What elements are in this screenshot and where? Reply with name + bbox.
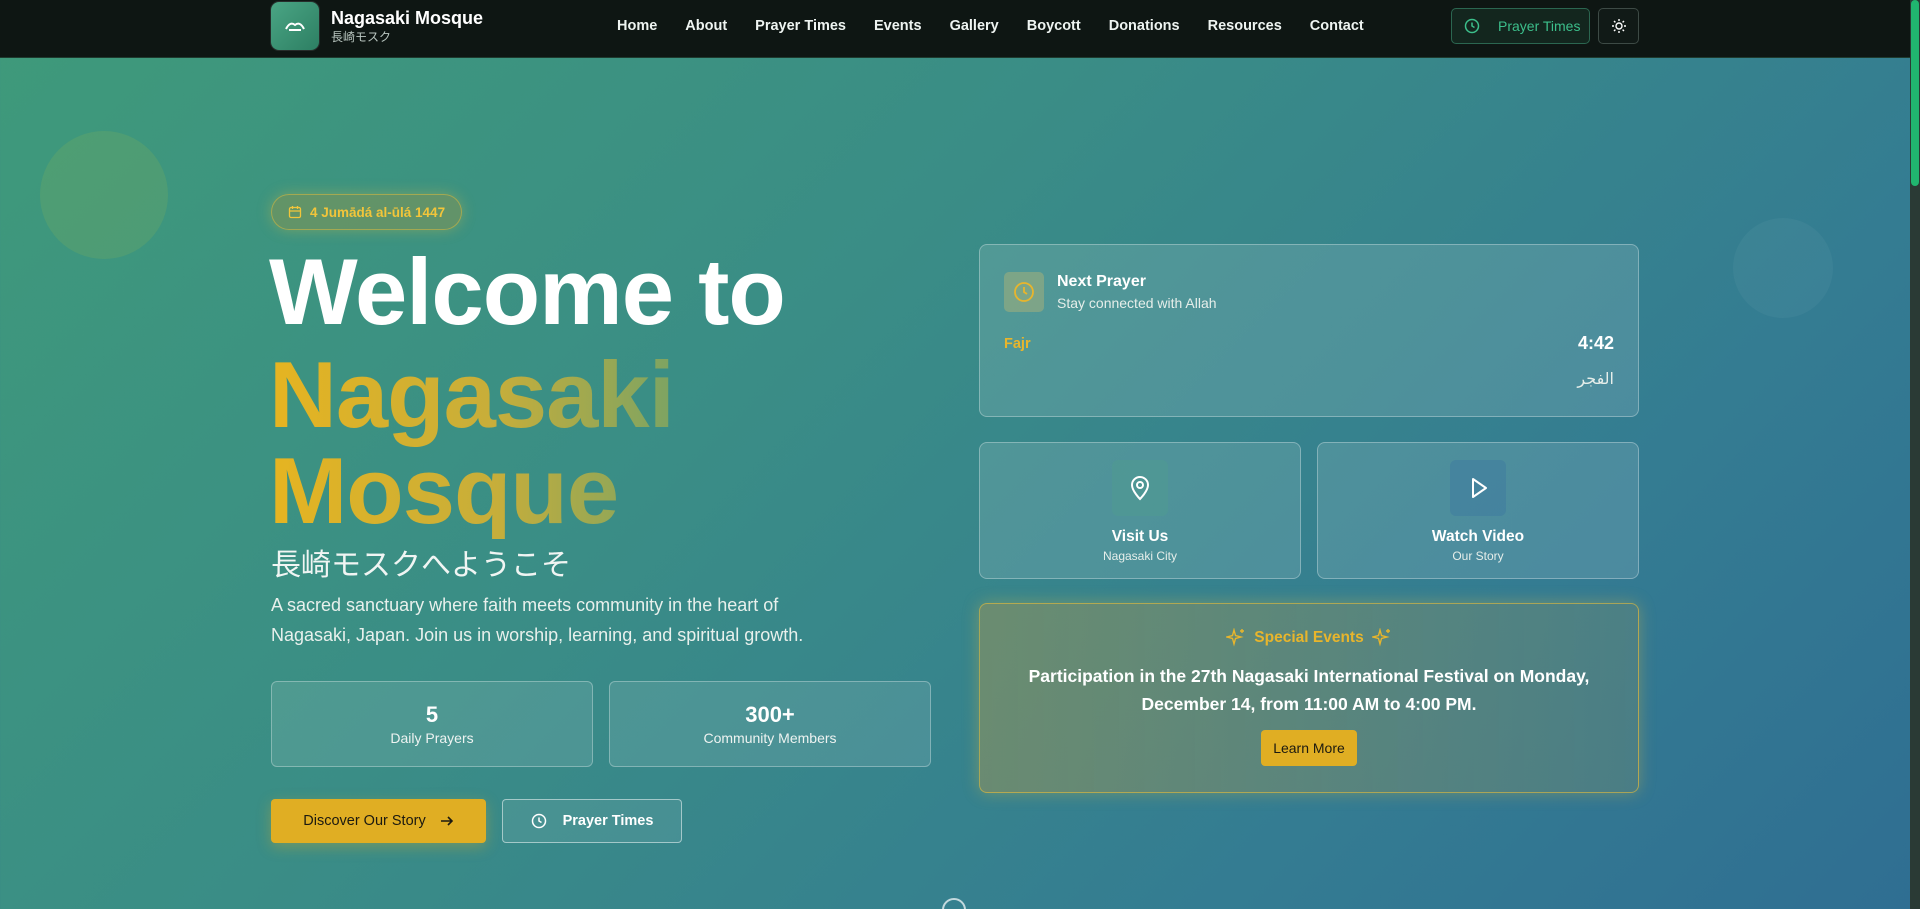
top-navbar: Nagasaki Mosque 長崎モスク Home About Prayer …	[0, 0, 1920, 58]
clock-icon	[1004, 272, 1044, 312]
hero-heading-welcome: Welcome to	[269, 239, 786, 344]
main-menu: Home About Prayer Times Events Gallery B…	[617, 0, 1392, 52]
watch-video-title: Watch Video	[1431, 528, 1525, 545]
brand-name: Nagasaki Mosque	[331, 8, 484, 28]
mosque-logo-icon	[271, 2, 319, 50]
scroll-down-indicator[interactable]	[942, 898, 966, 909]
visit-us-title: Visit Us	[1111, 528, 1169, 545]
nav-resources[interactable]: Resources	[1208, 18, 1282, 34]
hero-heading-name: Nagasaki Mosque	[269, 347, 769, 539]
next-prayer-title: Next Prayer	[1057, 273, 1146, 290]
special-events-text: Participation in the 27th Nagasaki Inter…	[1028, 666, 1590, 714]
watch-video-subtitle: Our Story	[1452, 549, 1504, 563]
nav-boycott[interactable]: Boycott	[1027, 18, 1081, 34]
scrollbar-thumb[interactable]	[1911, 0, 1919, 186]
brand[interactable]: Nagasaki Mosque 長崎モスク	[271, 2, 483, 50]
clock-icon	[1464, 18, 1480, 34]
watch-video-card[interactable]: Watch Video Our Story	[1317, 442, 1639, 579]
sparkles-icon	[1371, 628, 1390, 647]
visit-us-subtitle: Nagasaki City	[1102, 549, 1178, 563]
brand-subtitle: 長崎モスク	[331, 30, 392, 44]
nav-contact[interactable]: Contact	[1310, 18, 1364, 34]
sun-icon	[1611, 19, 1626, 33]
special-events-heading: Special Events	[980, 628, 1638, 648]
hero-prayer-times-label: Prayer Times	[562, 813, 654, 829]
hijri-date: 4 Jumādá al-ūlá 1447	[310, 204, 446, 220]
special-events-title: Special Events	[1254, 629, 1364, 646]
next-prayer-subtitle: Stay connected with Allah	[1057, 295, 1217, 311]
visit-us-card[interactable]: Visit Us Nagasaki City	[979, 442, 1301, 579]
hijri-date-badge: 4 Jumādá al-ūlá 1447	[271, 194, 463, 230]
next-prayer-name: Fajr	[1004, 336, 1031, 352]
nav-events[interactable]: Events	[874, 18, 922, 34]
next-prayer-arabic: الفجر	[1577, 369, 1614, 388]
next-prayer-time: 4:42	[1577, 333, 1614, 353]
decorative-circle	[1733, 218, 1833, 318]
stat-label: Daily Prayers	[390, 730, 474, 746]
stat-community-members: 300+ Community Members	[609, 681, 931, 767]
nav-prayer-times[interactable]: Prayer Times	[755, 18, 846, 34]
theme-toggle-button[interactable]	[1598, 8, 1639, 44]
sparkles-icon	[1226, 628, 1245, 647]
discover-our-story-button[interactable]: Discover Our Story	[271, 799, 486, 843]
play-icon	[1450, 460, 1506, 516]
nav-prayer-times-button[interactable]: Prayer Times	[1451, 8, 1590, 44]
map-pin-icon	[1112, 460, 1168, 516]
stat-daily-prayers: 5 Daily Prayers	[271, 681, 593, 767]
nav-gallery[interactable]: Gallery	[950, 18, 999, 34]
stat-value: 300+	[745, 702, 795, 727]
stat-value: 5	[425, 702, 439, 727]
hero-prayer-times-button[interactable]: Prayer Times	[502, 799, 682, 843]
nav-home[interactable]: Home	[617, 18, 657, 34]
clock-icon	[531, 813, 546, 829]
hero-japanese-subtitle: 長崎モスクへようこそ	[271, 548, 571, 583]
discover-label: Discover Our Story	[303, 813, 426, 829]
stat-label: Community Members	[703, 730, 837, 746]
next-prayer-card: Next Prayer Stay connected with Allah Fa…	[979, 244, 1639, 417]
hero-description: A sacred sanctuary where faith meets com…	[271, 595, 804, 645]
nav-about[interactable]: About	[685, 18, 727, 34]
nav-donations[interactable]: Donations	[1109, 18, 1180, 34]
special-events-card: Special Events Participation in the 27th…	[979, 603, 1639, 793]
arrow-right-icon	[440, 816, 453, 826]
decorative-circle	[40, 131, 168, 259]
nav-prayer-times-label: Prayer Times	[1498, 18, 1581, 34]
calendar-icon	[288, 206, 302, 219]
hero-name-line2: Mosque	[269, 438, 619, 543]
hero-name-line1: Nagasaki	[269, 342, 674, 447]
learn-more-button[interactable]: Learn More	[1261, 730, 1357, 766]
